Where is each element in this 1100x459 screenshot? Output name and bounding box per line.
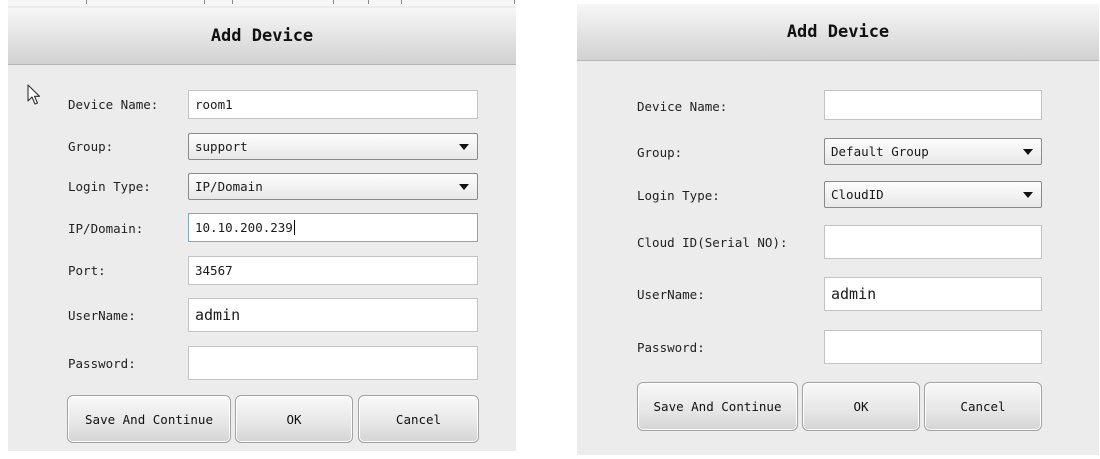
port-input[interactable]: 34567 [188, 256, 478, 285]
add-device-dialog-cloud: Add Device Device Name: Group: Default G… [577, 4, 1099, 455]
password-label: Password: [637, 340, 705, 355]
username-input[interactable]: admin [188, 298, 478, 332]
username-label: UserName: [68, 308, 136, 323]
cloud-id-label: Cloud ID(Serial NO): [637, 235, 788, 250]
chevron-down-icon [459, 183, 469, 190]
login-type-label: Login Type: [68, 179, 151, 194]
username-label: UserName: [637, 287, 705, 302]
save-and-continue-button[interactable]: Save And Continue [637, 382, 798, 431]
login-type-label: Login Type: [637, 188, 720, 203]
text-caret [293, 220, 295, 235]
device-name-input[interactable] [824, 90, 1042, 120]
device-name-label: Device Name: [68, 97, 159, 112]
port-label: Port: [68, 263, 106, 278]
ok-button[interactable]: OK [802, 382, 920, 431]
chevron-down-icon [459, 143, 469, 150]
ok-button[interactable]: OK [235, 395, 353, 443]
password-input[interactable] [824, 330, 1042, 364]
login-type-select[interactable]: IP/Domain [188, 173, 478, 200]
ip-domain-label: IP/Domain: [68, 221, 144, 236]
password-label: Password: [68, 356, 136, 371]
cloud-id-input[interactable] [824, 225, 1042, 259]
group-select[interactable]: support [188, 133, 478, 160]
dialog-title: Add Device [8, 8, 516, 65]
device-name-input[interactable]: room1 [188, 90, 478, 119]
password-input[interactable] [188, 346, 478, 380]
ip-domain-input[interactable]: 10.10.200.239 [188, 213, 478, 242]
group-label: Group: [68, 139, 114, 154]
username-input[interactable]: admin [824, 277, 1042, 311]
add-device-dialog-ip: Add Device Device Name: room1 Group: sup… [8, 0, 516, 451]
cancel-button[interactable]: Cancel [924, 382, 1042, 431]
login-type-select[interactable]: CloudID [824, 181, 1042, 208]
mouse-pointer-icon [27, 84, 41, 105]
background-window-strip [8, 0, 516, 6]
cancel-button[interactable]: Cancel [358, 395, 479, 443]
dialog-title: Add Device [577, 4, 1099, 61]
group-select[interactable]: Default Group [824, 138, 1042, 165]
group-label: Group: [637, 145, 683, 160]
save-and-continue-button[interactable]: Save And Continue [67, 395, 231, 443]
chevron-down-icon [1023, 191, 1033, 198]
device-name-label: Device Name: [637, 99, 728, 114]
chevron-down-icon [1023, 148, 1033, 155]
